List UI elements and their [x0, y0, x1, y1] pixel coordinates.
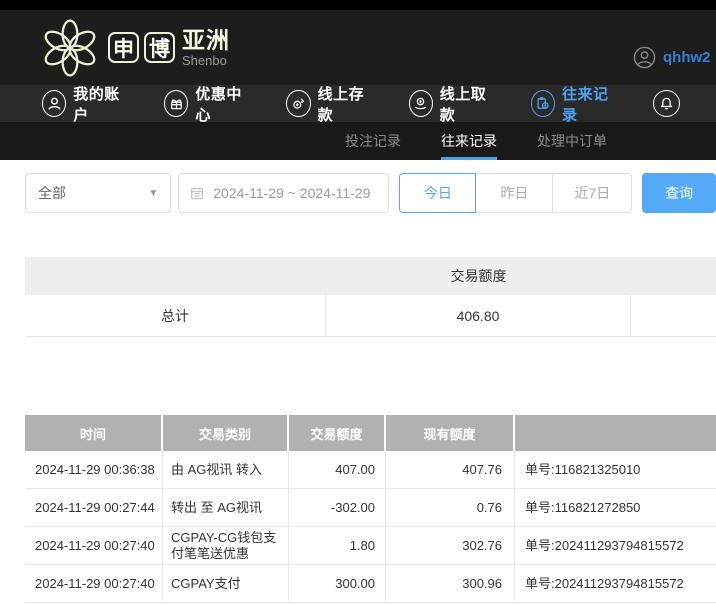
nav-item-promotions[interactable]: 优惠中心 [164, 83, 250, 125]
nav-label: 线上存款 [318, 83, 373, 125]
col-header-type: 交易类别 [163, 415, 289, 451]
quick-date-group: 今日 昨日 近7日 [399, 173, 632, 213]
transactions-table: 时间 交易类别 交易额度 现有额度 摘要 2024-11-29 00:36:38… [25, 415, 716, 603]
today-button[interactable]: 今日 [399, 173, 476, 213]
nav-item-notifications[interactable] [653, 90, 680, 117]
cell-balance: 302.76 [386, 527, 515, 564]
site-logo[interactable]: 申 博 亚洲 Shenbo [38, 16, 230, 80]
tab-pending-orders[interactable]: 处理中订单 [537, 122, 607, 160]
summary-header-amount: 交易额度 [326, 266, 631, 286]
cell-balance: 407.76 [386, 451, 515, 488]
summary-extra-cell [631, 295, 716, 336]
summary-header-row: 交易额度 [25, 257, 716, 295]
cell-balance: 300.96 [386, 565, 515, 602]
col-header-balance: 现有额度 [386, 415, 515, 451]
summary-total-value: 406.80 [326, 295, 631, 336]
table-row: 2024-11-29 00:27:44 转出 至 AG视讯 -302.00 0.… [25, 489, 716, 527]
cell-type: CGPAY-CG钱包支付笔笔送优惠 [163, 527, 289, 564]
logo-subtitle-text: Shenbo [182, 54, 230, 67]
username-text: qhhw2 [663, 49, 711, 66]
record-tabs: 投注记录 往来记录 处理中订单 [0, 122, 716, 160]
filter-bar: 全部 ▼ 2024-11-29 ~ 2024-11-29 今日 昨日 近7日 查… [25, 173, 716, 213]
date-range-input[interactable]: 2024-11-29 ~ 2024-11-29 [178, 173, 389, 213]
content: 全部 ▼ 2024-11-29 ~ 2024-11-29 今日 昨日 近7日 查… [0, 173, 716, 603]
tab-transaction-records[interactable]: 往来记录 [441, 122, 497, 160]
page: 申 博 亚洲 Shenbo qhhw2 我的账户 [0, 0, 716, 605]
withdraw-coin-icon [409, 90, 433, 117]
logo-char-shen: 申 [108, 32, 139, 63]
user-account[interactable]: qhhw2 [633, 46, 711, 69]
summary-total-label: 总计 [25, 295, 326, 336]
yesterday-button[interactable]: 昨日 [475, 173, 553, 213]
nav-item-my-account[interactable]: 我的账户 [42, 83, 128, 125]
user-icon [42, 90, 66, 117]
nav-label: 往来记录 [562, 83, 617, 125]
calendar-icon [189, 185, 205, 201]
cell-time: 2024-11-29 00:27:44 [25, 489, 163, 526]
table-row: 2024-11-29 00:27:40 CGPAY-CG钱包支付笔笔送优惠 1.… [25, 527, 716, 565]
cell-time: 2024-11-29 00:27:40 [25, 527, 163, 564]
deposit-coin-icon [286, 90, 310, 117]
chevron-down-icon: ▼ [148, 188, 158, 199]
nav-item-online-deposit[interactable]: 线上存款 [286, 83, 372, 125]
main-nav: 我的账户 优惠中心 线上存款 [0, 85, 716, 122]
search-button[interactable]: 查询 [642, 173, 716, 213]
gift-icon [164, 90, 188, 117]
type-select-value: 全部 [38, 183, 66, 203]
cell-type: 转出 至 AG视讯 [163, 489, 289, 526]
cell-summary: 单号:116821272850 [515, 489, 716, 526]
cell-type: CGPAY支付 [163, 565, 289, 602]
table-row: 2024-11-29 00:36:38 由 AG视讯 转入 407.00 407… [25, 451, 716, 489]
date-range-value: 2024-11-29 ~ 2024-11-29 [213, 185, 370, 201]
last7days-button[interactable]: 近7日 [552, 173, 632, 213]
cell-summary: 单号:116821325010 [515, 451, 716, 488]
summary-total-row: 总计 406.80 [25, 295, 716, 337]
site-header: 申 博 亚洲 Shenbo qhhw2 [0, 10, 716, 85]
nav-label: 线上取款 [440, 83, 495, 125]
cell-balance: 0.76 [386, 489, 515, 526]
cell-amount: -302.00 [289, 489, 386, 526]
nav-label: 优惠中心 [195, 83, 250, 125]
cell-time: 2024-11-29 00:36:38 [25, 451, 163, 488]
nav-item-transaction-records[interactable]: 往来记录 [531, 83, 617, 125]
cell-amount: 300.00 [289, 565, 386, 602]
flower-logo-icon [38, 16, 102, 80]
records-clipboard-icon [531, 90, 555, 117]
bell-icon [653, 90, 680, 117]
type-select[interactable]: 全部 ▼ [25, 173, 171, 213]
nav-item-online-withdraw[interactable]: 线上取款 [409, 83, 495, 125]
logo-char-bo: 博 [144, 32, 175, 63]
tab-bet-records[interactable]: 投注记录 [345, 122, 401, 160]
nav-label: 我的账户 [73, 83, 128, 125]
cell-time: 2024-11-29 00:27:40 [25, 565, 163, 602]
cell-summary: 单号:202411293794815572 [515, 527, 716, 564]
cell-type: 由 AG视讯 转入 [163, 451, 289, 488]
col-header-time: 时间 [25, 415, 163, 451]
col-header-amount: 交易额度 [289, 415, 386, 451]
cell-summary: 单号:202411293794815572 [515, 565, 716, 602]
logo-region-text: 亚洲 [182, 29, 230, 52]
table-header-row: 时间 交易类别 交易额度 现有额度 摘要 [25, 415, 716, 451]
top-black-bar [0, 0, 716, 10]
avatar-icon [633, 46, 656, 69]
cell-amount: 407.00 [289, 451, 386, 488]
summary-table: 交易额度 总计 406.80 [25, 257, 716, 337]
table-row: 2024-11-29 00:27:40 CGPAY支付 300.00 300.9… [25, 565, 716, 603]
col-header-summary: 摘要 [515, 415, 716, 451]
cell-amount: 1.80 [289, 527, 386, 564]
